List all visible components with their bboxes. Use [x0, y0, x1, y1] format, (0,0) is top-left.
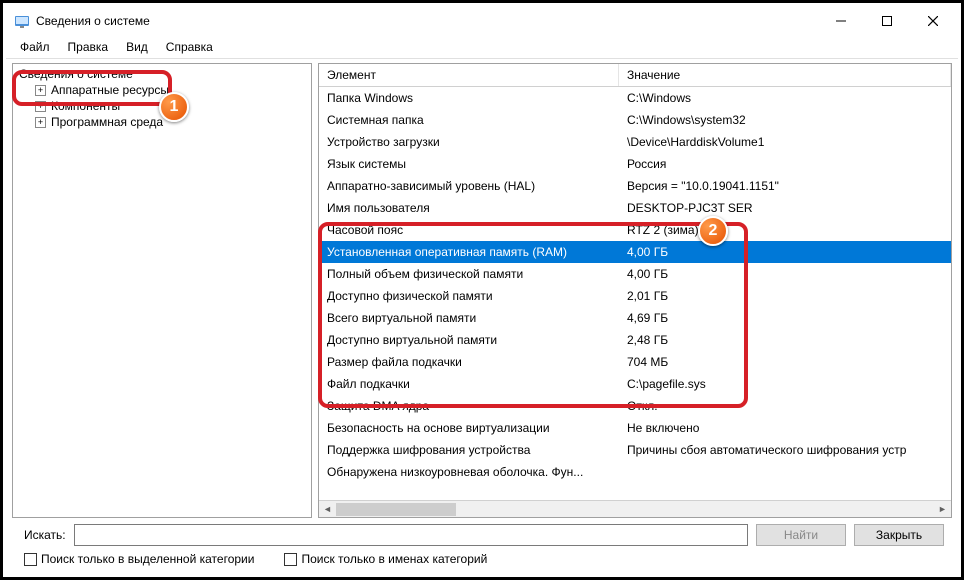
table-row[interactable]: Размер файла подкачки704 МБ	[319, 351, 951, 373]
cell-element: Всего виртуальной памяти	[319, 309, 619, 327]
cell-element: Полный объем физической памяти	[319, 265, 619, 283]
table-row[interactable]: Всего виртуальной памяти4,69 ГБ	[319, 307, 951, 329]
cell-value: Не включено	[619, 419, 951, 437]
table-row[interactable]: Обнаружена низкоуровневая оболочка. Фун.…	[319, 461, 951, 483]
cell-value: 4,00 ГБ	[619, 243, 951, 261]
cell-element: Безопасность на основе виртуализации	[319, 419, 619, 437]
menu-help[interactable]: Справка	[158, 38, 221, 56]
cell-value: RTZ 2 (зима)	[619, 221, 951, 239]
tree-item-software-env[interactable]: + Программная среда	[17, 114, 307, 130]
tree-item-components[interactable]: + Компоненты	[17, 98, 307, 114]
cell-value: C:\Windows	[619, 89, 951, 107]
cell-value: Версия = "10.0.19041.1151"	[619, 177, 951, 195]
scroll-left-icon[interactable]: ◄	[319, 501, 336, 518]
checkbox-icon	[24, 553, 37, 566]
checkbox-category-only[interactable]: Поиск только в выделенной категории	[24, 552, 254, 566]
close-button[interactable]	[910, 6, 956, 36]
app-icon	[14, 13, 30, 29]
cell-value: \Device\HarddiskVolume1	[619, 133, 951, 151]
system-info-window: Сведения о системе Файл Правка Вид Справ…	[6, 6, 958, 574]
cell-element: Папка Windows	[319, 89, 619, 107]
search-input[interactable]	[74, 524, 748, 546]
table-row[interactable]: Имя пользователяDESKTOP-PJC3T SER	[319, 197, 951, 219]
cell-element: Доступно виртуальной памяти	[319, 331, 619, 349]
menu-view[interactable]: Вид	[118, 38, 156, 56]
table-row[interactable]: Установленная оперативная память (RAM)4,…	[319, 241, 951, 263]
column-value[interactable]: Значение	[619, 64, 951, 86]
cell-element: Имя пользователя	[319, 199, 619, 217]
cell-value: C:\Windows\system32	[619, 111, 951, 129]
cell-element: Язык системы	[319, 155, 619, 173]
cell-value: 2,48 ГБ	[619, 331, 951, 349]
cell-element: Поддержка шифрования устройства	[319, 441, 619, 459]
titlebar: Сведения о системе	[6, 6, 958, 36]
cell-value	[619, 470, 951, 474]
cell-element: Часовой пояс	[319, 221, 619, 239]
menu-edit[interactable]: Правка	[60, 38, 117, 56]
table-row[interactable]: Полный объем физической памяти4,00 ГБ	[319, 263, 951, 285]
cell-element: Файл подкачки	[319, 375, 619, 393]
cell-element: Защита DMA ядра	[319, 397, 619, 415]
cell-element: Обнаружена низкоуровневая оболочка. Фун.…	[319, 463, 619, 481]
close-search-button[interactable]: Закрыть	[854, 524, 944, 546]
minimize-button[interactable]	[818, 6, 864, 36]
cell-value: Причины сбоя автоматического шифрования …	[619, 441, 951, 459]
cell-element: Доступно физической памяти	[319, 287, 619, 305]
table-header: Элемент Значение	[319, 64, 951, 87]
cell-element: Размер файла подкачки	[319, 353, 619, 371]
scroll-right-icon[interactable]: ►	[934, 501, 951, 518]
cell-element: Системная папка	[319, 111, 619, 129]
cell-value: Откл.	[619, 397, 951, 415]
window-title: Сведения о системе	[36, 14, 150, 28]
menubar: Файл Правка Вид Справка	[6, 36, 958, 59]
cell-element: Аппаратно-зависимый уровень (HAL)	[319, 177, 619, 195]
expand-icon[interactable]: +	[35, 117, 46, 128]
table-row[interactable]: Часовой поясRTZ 2 (зима)	[319, 219, 951, 241]
horizontal-scrollbar[interactable]: ◄ ►	[319, 500, 951, 517]
table-row[interactable]: Папка WindowsC:\Windows	[319, 87, 951, 109]
cell-element: Устройство загрузки	[319, 133, 619, 151]
cell-value: C:\pagefile.sys	[619, 375, 951, 393]
cell-value: 4,00 ГБ	[619, 265, 951, 283]
cell-value: 2,01 ГБ	[619, 287, 951, 305]
table-row[interactable]: Поддержка шифрования устройстваПричины с…	[319, 439, 951, 461]
checkbox-icon	[284, 553, 297, 566]
search-label: Искать:	[24, 528, 66, 542]
table-row[interactable]: Язык системыРоссия	[319, 153, 951, 175]
cell-value: DESKTOP-PJC3T SER	[619, 199, 951, 217]
expand-icon[interactable]: +	[35, 85, 46, 96]
table-row[interactable]: Защита DMA ядраОткл.	[319, 395, 951, 417]
expand-icon[interactable]: +	[35, 101, 46, 112]
cell-element: Установленная оперативная память (RAM)	[319, 243, 619, 261]
cell-value: 704 МБ	[619, 353, 951, 371]
checkbox-names-only[interactable]: Поиск только в именах категорий	[284, 552, 487, 566]
table-row[interactable]: Системная папкаC:\Windows\system32	[319, 109, 951, 131]
table-row[interactable]: Аппаратно-зависимый уровень (HAL)Версия …	[319, 175, 951, 197]
table-row[interactable]: Безопасность на основе виртуализацииНе в…	[319, 417, 951, 439]
menu-file[interactable]: Файл	[12, 38, 58, 56]
cell-value: Россия	[619, 155, 951, 173]
cell-value: 4,69 ГБ	[619, 309, 951, 327]
scroll-thumb[interactable]	[336, 503, 456, 516]
table-row[interactable]: Устройство загрузки\Device\HarddiskVolum…	[319, 131, 951, 153]
category-tree[interactable]: Сведения о системе + Аппаратные ресурсы …	[12, 63, 312, 518]
column-element[interactable]: Элемент	[319, 64, 619, 86]
find-button[interactable]: Найти	[756, 524, 846, 546]
table-row[interactable]: Доступно виртуальной памяти2,48 ГБ	[319, 329, 951, 351]
table-row[interactable]: Доступно физической памяти2,01 ГБ	[319, 285, 951, 307]
tree-root[interactable]: Сведения о системе	[17, 66, 307, 82]
table-row[interactable]: Файл подкачкиC:\pagefile.sys	[319, 373, 951, 395]
details-table: Элемент Значение Папка WindowsC:\Windows…	[318, 63, 952, 518]
tree-item-hardware[interactable]: + Аппаратные ресурсы	[17, 82, 307, 98]
maximize-button[interactable]	[864, 6, 910, 36]
